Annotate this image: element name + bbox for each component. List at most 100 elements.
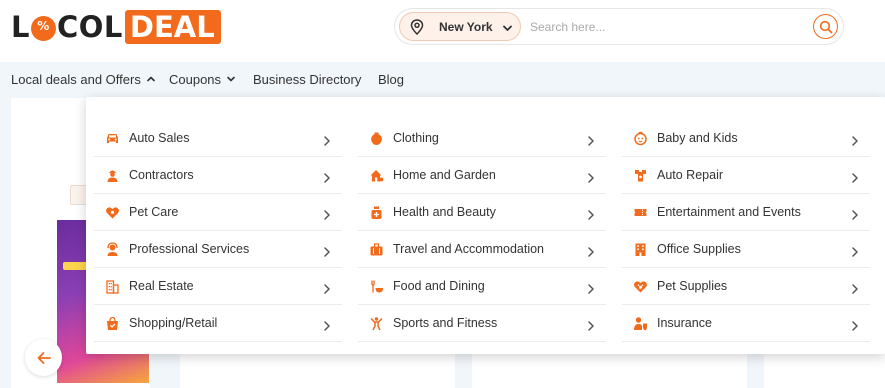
worker-icon: [105, 168, 120, 183]
car-icon: [105, 131, 120, 146]
chevron-right-icon: [851, 133, 859, 151]
menu-item-label: Clothing: [393, 131, 439, 145]
menu-item-label: Home and Garden: [393, 168, 496, 182]
menu-item-label: Health and Beauty: [393, 205, 496, 219]
menu-item-label: Sports and Fitness: [393, 316, 498, 330]
nav-business-directory[interactable]: Business Directory: [253, 72, 361, 87]
logo-percent-icon: [30, 15, 56, 41]
menu-item-label: Pet Care: [129, 205, 179, 219]
location-selector[interactable]: New York: [399, 12, 521, 41]
pet-heart-icon: [105, 205, 120, 220]
chevron-down-icon: [502, 21, 513, 39]
menu-item-label: Contractors: [129, 168, 194, 182]
background-card: [472, 353, 747, 388]
menu-item-label: Real Estate: [129, 279, 194, 293]
menu-item-professional-services[interactable]: Professional Services: [94, 231, 342, 268]
house-icon: [369, 168, 384, 183]
menu-item-real-estate[interactable]: Real Estate: [94, 268, 342, 305]
chevron-right-icon: [851, 318, 859, 336]
menu-item-health-beauty[interactable]: Health and Beauty: [358, 194, 606, 231]
logo-text-locol: L COL: [11, 10, 123, 44]
menu-item-label: Office Supplies: [657, 242, 741, 256]
chevron-right-icon: [587, 318, 595, 336]
chevron-right-icon: [587, 170, 595, 188]
search-button[interactable]: [813, 14, 838, 39]
location-city: New York: [439, 20, 493, 34]
chevron-right-icon: [323, 170, 331, 188]
menu-item-auto-repair[interactable]: Auto Repair: [622, 157, 870, 194]
shopping-bag-icon: [105, 316, 120, 331]
chevron-right-icon: [851, 207, 859, 225]
map-pin-icon: [410, 19, 424, 40]
fitness-icon: [369, 316, 384, 331]
menu-item-label: Auto Repair: [657, 168, 724, 182]
menu-column-1: Auto Sales Contractors Pet Care Professi…: [94, 120, 342, 342]
menu-column-2: Clothing Home and Garden Health and Beau…: [358, 120, 606, 342]
menu-item-label: Entertainment and Events: [657, 205, 801, 219]
menu-item-label: Pet Supplies: [657, 279, 728, 293]
chevron-right-icon: [587, 281, 595, 299]
menu-item-pet-supplies[interactable]: Pet Supplies: [622, 268, 870, 305]
chevron-right-icon: [587, 133, 595, 151]
menu-item-contractors[interactable]: Contractors: [94, 157, 342, 194]
category-mega-menu: Auto Sales Contractors Pet Care Professi…: [86, 97, 885, 354]
nav-blog[interactable]: Blog: [378, 72, 404, 87]
menu-item-label: Shopping/Retail: [129, 316, 218, 330]
nav-coupons[interactable]: Coupons: [169, 72, 236, 87]
menu-item-pet-care[interactable]: Pet Care: [94, 194, 342, 231]
menu-item-sports-fitness[interactable]: Sports and Fitness: [358, 305, 606, 342]
nav-label: Coupons: [169, 72, 222, 87]
chevron-right-icon: [851, 244, 859, 262]
chevron-right-icon: [323, 281, 331, 299]
menu-item-travel-accommodation[interactable]: Travel and Accommodation: [358, 231, 606, 268]
logo-rest: COL: [56, 10, 123, 44]
food-icon: [369, 279, 384, 294]
baby-icon: [633, 131, 648, 146]
chevron-right-icon: [323, 207, 331, 225]
office-building-icon: [633, 242, 648, 257]
menu-item-label: Travel and Accommodation: [393, 242, 545, 256]
background-card: [764, 353, 885, 388]
carousel-prev-button[interactable]: [25, 339, 62, 376]
ticket-icon: [633, 205, 648, 220]
menu-item-shopping-retail[interactable]: Shopping/Retail: [94, 305, 342, 342]
paw-icon: [633, 279, 648, 294]
insurance-icon: [633, 316, 648, 331]
chevron-right-icon: [587, 207, 595, 225]
menu-item-auto-sales[interactable]: Auto Sales: [94, 120, 342, 157]
auto-repair-icon: [633, 168, 648, 183]
menu-item-office-supplies[interactable]: Office Supplies: [622, 231, 870, 268]
support-agent-icon: [105, 242, 120, 257]
menu-item-home-garden[interactable]: Home and Garden: [358, 157, 606, 194]
chevron-right-icon: [323, 318, 331, 336]
search-bar: New York: [394, 8, 844, 45]
site-header: L COL DEAL New York: [0, 0, 885, 62]
menu-item-clothing[interactable]: Clothing: [358, 120, 606, 157]
search-icon: [819, 20, 833, 34]
nav-label: Local deals and Offers: [11, 72, 141, 87]
logo-text-deal: DEAL: [124, 10, 221, 44]
menu-item-baby-kids[interactable]: Baby and Kids: [622, 120, 870, 157]
clothing-icon: [369, 131, 384, 146]
menu-column-3: Baby and Kids Auto Repair Entertainment …: [622, 120, 870, 342]
nav-label: Blog: [378, 72, 405, 87]
site-logo[interactable]: L COL DEAL: [11, 10, 221, 44]
menu-item-label: Baby and Kids: [657, 131, 738, 145]
main-nav: Local deals and Offers Coupons Business …: [0, 62, 885, 98]
chevron-down-icon: [226, 72, 236, 87]
nav-local-deals[interactable]: Local deals and Offers: [11, 72, 156, 87]
beauty-jar-icon: [369, 205, 384, 220]
background-card: [180, 353, 455, 388]
menu-item-insurance[interactable]: Insurance: [622, 305, 870, 342]
menu-item-food-dining[interactable]: Food and Dining: [358, 268, 606, 305]
menu-item-entertainment-events[interactable]: Entertainment and Events: [622, 194, 870, 231]
menu-item-label: Insurance: [657, 316, 712, 330]
building-icon: [105, 279, 120, 294]
nav-label: Business Directory: [253, 72, 362, 87]
menu-item-label: Professional Services: [129, 242, 250, 256]
search-input[interactable]: [530, 16, 800, 38]
chevron-right-icon: [587, 244, 595, 262]
luggage-icon: [369, 242, 384, 257]
logo-letter-l: L: [11, 10, 30, 44]
chevron-right-icon: [323, 244, 331, 262]
